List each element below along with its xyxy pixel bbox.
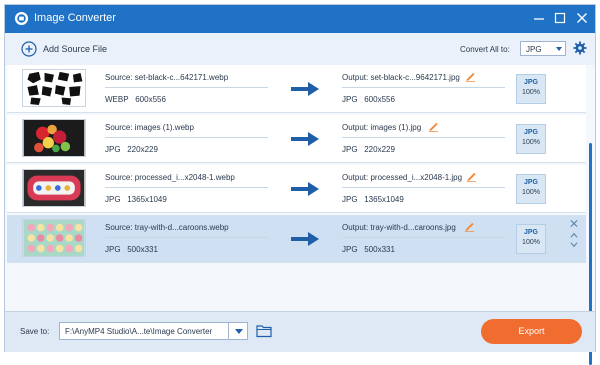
output-filename: Output: tray-with-d...caroons.jpg (342, 223, 456, 232)
output-format-badge[interactable]: JPG 100% (516, 174, 546, 204)
add-source-file-button[interactable]: Add Source File (21, 40, 107, 58)
output-meta: JPG 220x229 (342, 145, 395, 154)
file-row[interactable]: Source: set-black-c...642171.webp WEBP 6… (7, 65, 586, 113)
title-bar: Image Converter (5, 5, 595, 33)
close-icon[interactable] (574, 10, 590, 26)
divider (105, 187, 268, 188)
output-format-badge[interactable]: JPG 100% (516, 124, 546, 154)
file-row[interactable]: Source: processed_i...x2048-1.webp JPG 1… (7, 165, 586, 213)
source-filename: Source: tray-with-d...caroons.webp (105, 223, 229, 232)
convert-all-format-select[interactable]: JPG (520, 41, 566, 56)
output-meta: JPG 600x556 (342, 95, 395, 104)
add-source-file-label: Add Source File (43, 44, 108, 54)
pencil-icon[interactable] (464, 221, 475, 232)
divider (105, 237, 268, 238)
divider (342, 187, 505, 188)
divider (342, 137, 505, 138)
source-meta: JPG 500x331 (105, 245, 158, 254)
pencil-icon[interactable] (465, 71, 476, 82)
badge-format: JPG (523, 129, 538, 136)
divider (342, 237, 505, 238)
file-list: Source: set-black-c...642171.webp WEBP 6… (5, 65, 595, 365)
chevron-down-icon (235, 329, 243, 334)
save-path-dropdown[interactable] (228, 322, 248, 340)
pencil-icon[interactable] (428, 121, 439, 132)
output-format-badge[interactable]: JPG 100% (516, 224, 546, 254)
arrow-right-icon (291, 132, 319, 146)
chevron-down-icon[interactable] (569, 240, 579, 249)
output-meta: JPG 1365x1049 (342, 195, 404, 204)
app-window: Image Converter Add Source File Convert … (4, 4, 596, 365)
maximize-icon[interactable] (552, 10, 568, 26)
bottom-bar: Save to: F:\AnyMP4 Studio\A...te\Image C… (5, 311, 595, 352)
badge-quality: 100% (522, 239, 540, 246)
toolbar: Add Source File Convert All to: JPG (5, 33, 595, 65)
chevron-up-icon[interactable] (569, 231, 579, 240)
minimize-icon[interactable] (531, 10, 547, 26)
export-button[interactable]: Export (481, 319, 582, 344)
file-row[interactable]: Source: images (1).webp JPG 220x229 Outp… (7, 115, 586, 163)
divider (342, 87, 505, 88)
pencil-icon[interactable] (466, 171, 477, 182)
divider (105, 137, 268, 138)
arrow-right-icon (291, 82, 319, 96)
chevron-down-icon (556, 47, 562, 51)
source-filename: Source: images (1).webp (105, 123, 194, 132)
source-filename: Source: processed_i...x2048-1.webp (105, 173, 235, 182)
convert-all-label: Convert All to: (460, 45, 510, 54)
source-meta: JPG 220x229 (105, 145, 158, 154)
arrow-right-icon (291, 232, 319, 246)
output-filename: Output: set-black-c...9642171.jpg (342, 73, 460, 82)
output-meta: JPG 500x331 (342, 245, 395, 254)
badge-quality: 100% (522, 189, 540, 196)
window-title: Image Converter (34, 12, 116, 24)
save-path-field[interactable]: F:\AnyMP4 Studio\A...te\Image Converter (59, 322, 230, 340)
source-meta: JPG 1365x1049 (105, 195, 167, 204)
convert-all-format-value: JPG (526, 45, 542, 54)
thumbnail-image (22, 169, 86, 207)
add-circle-icon (21, 41, 37, 57)
badge-quality: 100% (522, 139, 540, 146)
thumbnail-image (22, 119, 86, 157)
divider (105, 87, 268, 88)
badge-format: JPG (523, 179, 538, 186)
output-filename: Output: processed_i...x2048-1.jpg (342, 173, 463, 182)
folder-icon[interactable] (256, 324, 272, 338)
save-path-value: F:\AnyMP4 Studio\A...te\Image Converter (65, 327, 213, 336)
arrow-right-icon (291, 182, 319, 196)
thumbnail-image (22, 69, 86, 107)
badge-format: JPG (523, 79, 538, 86)
badge-quality: 100% (522, 89, 540, 96)
output-filename: Output: images (1).jpg (342, 123, 422, 132)
app-logo-icon (14, 11, 29, 26)
save-to-label: Save to: (20, 327, 50, 336)
badge-format: JPG (523, 229, 538, 236)
thumbnail-image (22, 219, 86, 257)
source-filename: Source: set-black-c...642171.webp (105, 73, 229, 82)
output-format-badge[interactable]: JPG 100% (516, 74, 546, 104)
source-meta: WEBP 600x556 (105, 95, 166, 104)
file-row[interactable]: Source: tray-with-d...caroons.webp JPG 5… (7, 215, 586, 263)
gear-icon[interactable] (573, 41, 587, 55)
remove-row-icon[interactable] (569, 219, 579, 228)
